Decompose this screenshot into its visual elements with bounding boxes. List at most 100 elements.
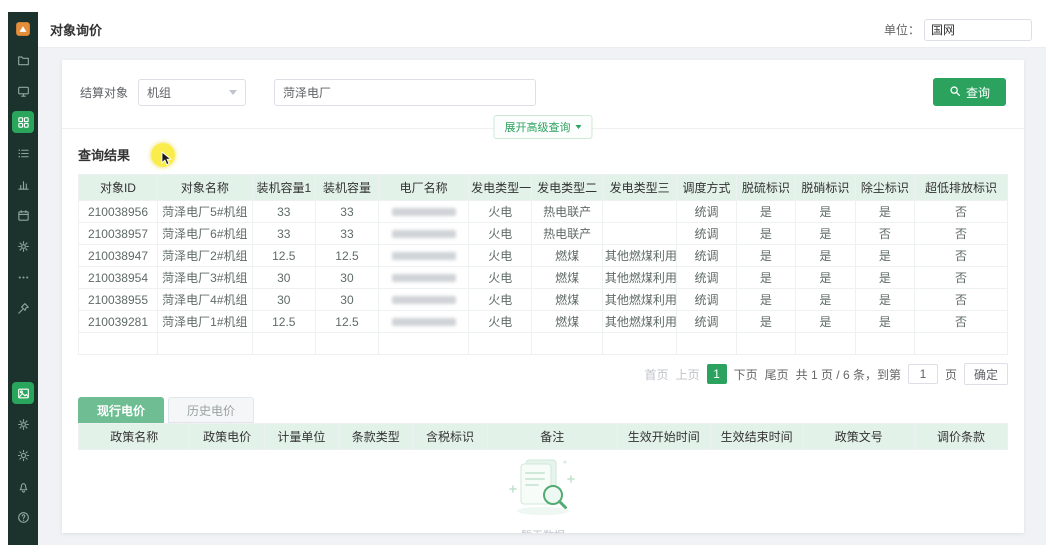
advanced-search-toggle[interactable]: 展开高级查询 bbox=[494, 115, 593, 139]
table-cell bbox=[379, 333, 469, 355]
column-header: 脱硝标识 bbox=[796, 175, 855, 201]
column-header: 发电类型三 bbox=[602, 175, 676, 201]
pagination-last[interactable]: 尾页 bbox=[765, 366, 789, 383]
help-icon[interactable] bbox=[12, 506, 34, 528]
search-button[interactable]: 查询 bbox=[933, 78, 1006, 106]
table-row: 210038954菏泽电厂3#机组3030火电燃煤其他燃煤利用统调是是是否 bbox=[79, 267, 1008, 289]
table-cell bbox=[379, 245, 469, 267]
column-header: 生效结束时间 bbox=[710, 424, 803, 450]
pagination-confirm-button[interactable]: 确定 bbox=[964, 363, 1008, 385]
price-tabs: 现行电价历史电价 bbox=[78, 397, 1008, 423]
pagination: 首页 上页 1 下页 尾页 共 1 页 / 6 条，到第 页 确定 bbox=[78, 363, 1008, 385]
table-cell: 是 bbox=[855, 267, 914, 289]
pagination-page-suffix: 页 bbox=[945, 366, 957, 383]
table-cell bbox=[532, 333, 603, 355]
table-cell: 燃煤 bbox=[532, 245, 603, 267]
table-cell: 火电 bbox=[469, 311, 532, 333]
results-title: 查询结果 bbox=[78, 145, 1008, 164]
column-header: 含税标识 bbox=[413, 424, 487, 450]
more-icon[interactable] bbox=[12, 266, 34, 288]
sidebar bbox=[8, 12, 38, 545]
table-cell: 33 bbox=[315, 201, 378, 223]
column-header: 除尘标识 bbox=[855, 175, 914, 201]
pagination-page-1[interactable]: 1 bbox=[707, 364, 727, 384]
table-cell: 210038954 bbox=[79, 267, 158, 289]
table-cell: 菏泽电厂1#机组 bbox=[157, 311, 252, 333]
page-title: 对象询价 bbox=[50, 20, 102, 39]
column-header: 脱硫标识 bbox=[736, 175, 795, 201]
table-cell: 33 bbox=[252, 201, 315, 223]
settlement-object-select[interactable]: 机组 bbox=[138, 79, 246, 106]
pagination-first[interactable]: 首页 bbox=[645, 366, 669, 383]
table-cell bbox=[602, 333, 676, 355]
table-cell: 统调 bbox=[677, 245, 736, 267]
gallery-icon[interactable] bbox=[12, 111, 34, 133]
app-logo-icon[interactable] bbox=[12, 18, 34, 40]
chart-icon[interactable] bbox=[12, 173, 34, 195]
tab-current-price[interactable]: 现行电价 bbox=[78, 397, 164, 423]
table-cell: 否 bbox=[915, 201, 1008, 223]
gear-icon[interactable] bbox=[12, 235, 34, 257]
masked-plant-name bbox=[392, 296, 456, 304]
table-cell: 统调 bbox=[677, 311, 736, 333]
table-row: 210038955菏泽电厂4#机组3030火电燃煤其他燃煤利用统调是是是否 bbox=[79, 289, 1008, 311]
plant-name-input[interactable] bbox=[274, 79, 536, 106]
table-cell: 否 bbox=[915, 289, 1008, 311]
monitor-icon[interactable] bbox=[12, 80, 34, 102]
table-cell: 是 bbox=[855, 245, 914, 267]
pagination-next[interactable]: 下页 bbox=[734, 366, 758, 383]
search-button-label: 查询 bbox=[966, 84, 990, 101]
table-cell: 火电 bbox=[469, 245, 532, 267]
calendar-icon[interactable] bbox=[12, 204, 34, 226]
price-table: 政策名称政策电价计量单位条款类型含税标识备注生效开始时间生效结束时间政策文号调价… bbox=[78, 423, 1008, 450]
table-cell: 统调 bbox=[677, 267, 736, 289]
masked-plant-name bbox=[392, 230, 456, 238]
settlement-object-label: 结算对象 bbox=[80, 84, 128, 101]
page-number-input[interactable] bbox=[908, 364, 938, 384]
table-cell: 火电 bbox=[469, 267, 532, 289]
column-header: 计量单位 bbox=[264, 424, 338, 450]
table-cell: 其他燃煤利用 bbox=[602, 289, 676, 311]
sidebar-top-icons bbox=[12, 18, 34, 328]
theme-icon[interactable] bbox=[12, 444, 34, 466]
image-icon[interactable] bbox=[12, 382, 34, 404]
table-cell: 30 bbox=[315, 289, 378, 311]
chevron-down-icon bbox=[576, 125, 582, 129]
table-cell: 是 bbox=[855, 201, 914, 223]
results-section: 查询结果 对象ID对象名称装机容量1装机容量电厂名称发电类型一发电类型二发电类型… bbox=[62, 129, 1024, 533]
table-cell: 是 bbox=[796, 289, 855, 311]
search-icon bbox=[949, 85, 961, 100]
table-cell: 是 bbox=[796, 223, 855, 245]
table-cell: 是 bbox=[855, 289, 914, 311]
pagination-prev[interactable]: 上页 bbox=[676, 366, 700, 383]
folder-icon[interactable] bbox=[12, 49, 34, 71]
advanced-search-label: 展开高级查询 bbox=[505, 119, 571, 135]
table-cell bbox=[315, 333, 378, 355]
table-cell bbox=[855, 333, 914, 355]
table-cell bbox=[379, 223, 469, 245]
table-cell: 火电 bbox=[469, 201, 532, 223]
table-cell: 燃煤 bbox=[532, 267, 603, 289]
table-cell: 其他燃煤利用 bbox=[602, 311, 676, 333]
tab-history-price[interactable]: 历史电价 bbox=[168, 397, 254, 423]
table-cell: 12.5 bbox=[315, 245, 378, 267]
pagination-summary: 共 1 页 / 6 条，到第 bbox=[796, 366, 901, 383]
table-cell: 33 bbox=[315, 223, 378, 245]
list-icon[interactable] bbox=[12, 142, 34, 164]
column-header: 超低排放标识 bbox=[915, 175, 1008, 201]
table-cell: 是 bbox=[736, 223, 795, 245]
table-cell bbox=[915, 333, 1008, 355]
table-cell: 是 bbox=[736, 267, 795, 289]
table-row: 210038956菏泽电厂5#机组3333火电热电联产统调是是是否 bbox=[79, 201, 1008, 223]
table-cell: 是 bbox=[736, 201, 795, 223]
table-cell bbox=[602, 201, 676, 223]
bell-icon[interactable] bbox=[12, 475, 34, 497]
empty-illustration-icon bbox=[495, 448, 591, 523]
table-cell: 33 bbox=[252, 223, 315, 245]
settings-icon[interactable] bbox=[12, 413, 34, 435]
masked-plant-name bbox=[392, 318, 456, 326]
select-value: 机组 bbox=[147, 84, 171, 101]
pin-icon[interactable] bbox=[12, 297, 34, 319]
unit-input[interactable] bbox=[924, 19, 1032, 41]
column-header: 生效开始时间 bbox=[617, 424, 710, 450]
